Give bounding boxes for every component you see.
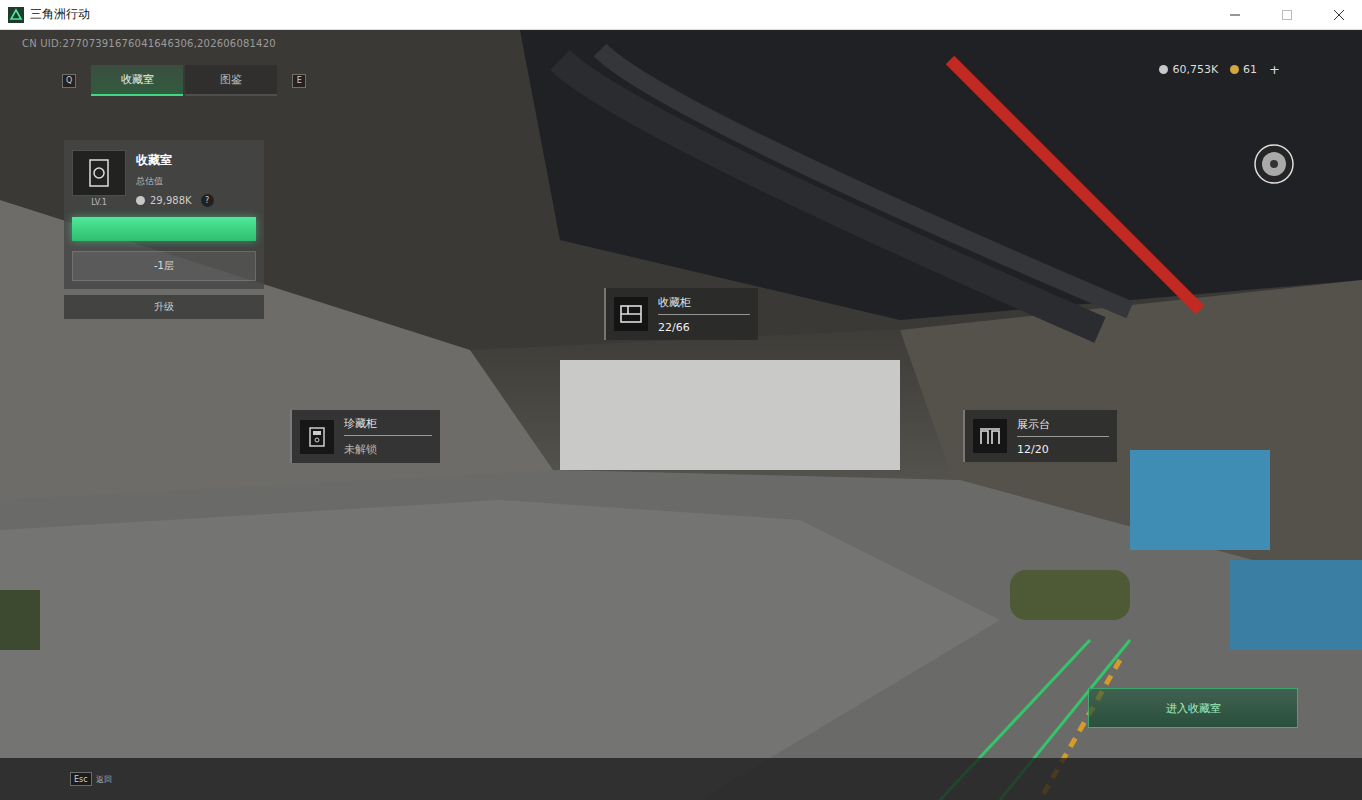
room-card-body: LV.1 收藏室总估值 29,988K? -1层 [64,140,264,289]
hotspot-label[interactable]: 珍藏柜未解锁 [290,410,440,463]
back-label[interactable]: 返回 [96,774,112,785]
level-progress-fill [72,217,256,241]
room-title: 收藏室 [136,152,214,169]
maximize-icon [1282,10,1292,20]
tab-bar: Q 收藏室图鉴 E 60,753K 61 + [22,65,1340,96]
logo-icon [8,7,24,23]
coin-icon [136,196,145,205]
cabinet-icon [620,305,642,323]
trophy-room-icon [88,158,110,188]
disc-button[interactable] [1254,144,1294,184]
game-view: CN UID:27707391676041646306,202606081420… [0,30,1362,800]
next-tab-key[interactable]: E [292,74,306,88]
currency-bar: 60,753K 61 + [1159,62,1280,77]
close-icon [1334,10,1344,20]
title-bar: 三角洲行动 [0,0,1362,30]
coin-icon [1159,65,1168,74]
uid-text: CN UID:27707391676041646306,202606081420 [22,38,1340,49]
add-currency-button[interactable]: + [1269,62,1280,77]
hotspot-count: 22/66 [658,321,750,334]
currency-item: 60,753K [1159,63,1218,76]
prev-tab-key[interactable]: Q [62,74,76,88]
tab[interactable]: 图鉴 [185,65,277,96]
level-progress [72,217,256,241]
display-stand-icon [979,427,1001,445]
app-window: 三角洲行动 CN UID:27707391676041646306,2026060… [0,0,1362,800]
room-card: LV.1 收藏室总估值 29,988K? -1层升级 [64,140,264,319]
hotspot-count: 12/20 [1017,443,1109,456]
upgrade-button[interactable]: 升级 [64,295,264,319]
hotspot-name: 展示台 [1017,417,1109,437]
hotspot-label[interactable]: 收藏柜 22/66 [604,288,758,340]
hotspot-label[interactable]: 展示台 12/20 [963,410,1117,462]
help-button[interactable]: ? [201,194,214,207]
room-icon [72,150,126,196]
safe-icon [309,427,325,447]
disc-icon [1254,144,1294,184]
bottom-bar: Esc 返回 [0,758,1362,800]
minimize-icon [1230,10,1240,20]
hotspot-name: 收藏柜 [658,295,750,315]
minimize-button[interactable] [1212,0,1258,30]
floor-button[interactable]: -1层 [72,251,256,281]
hotspot-count: 未解锁 [344,442,432,457]
room-subtitle: 总估值 [136,175,214,188]
tab[interactable]: 收藏室 [91,65,183,96]
close-button[interactable] [1316,0,1362,30]
room-value: 29,988K? [136,194,214,207]
esc-key[interactable]: Esc [70,772,92,786]
room-level: LV.1 [91,198,107,207]
window-title: 三角洲行动 [30,6,1206,23]
maximize-button[interactable] [1264,0,1310,30]
enter-room-button[interactable]: 进入收藏室 [1088,688,1298,728]
currency-item: 61 [1230,63,1257,76]
coin-icon [1230,65,1239,74]
hud: CN UID:27707391676041646306,202606081420… [0,30,1362,800]
hotspot-name: 珍藏柜 [344,416,432,436]
hud-header: CN UID:27707391676041646306,202606081420… [0,30,1362,96]
